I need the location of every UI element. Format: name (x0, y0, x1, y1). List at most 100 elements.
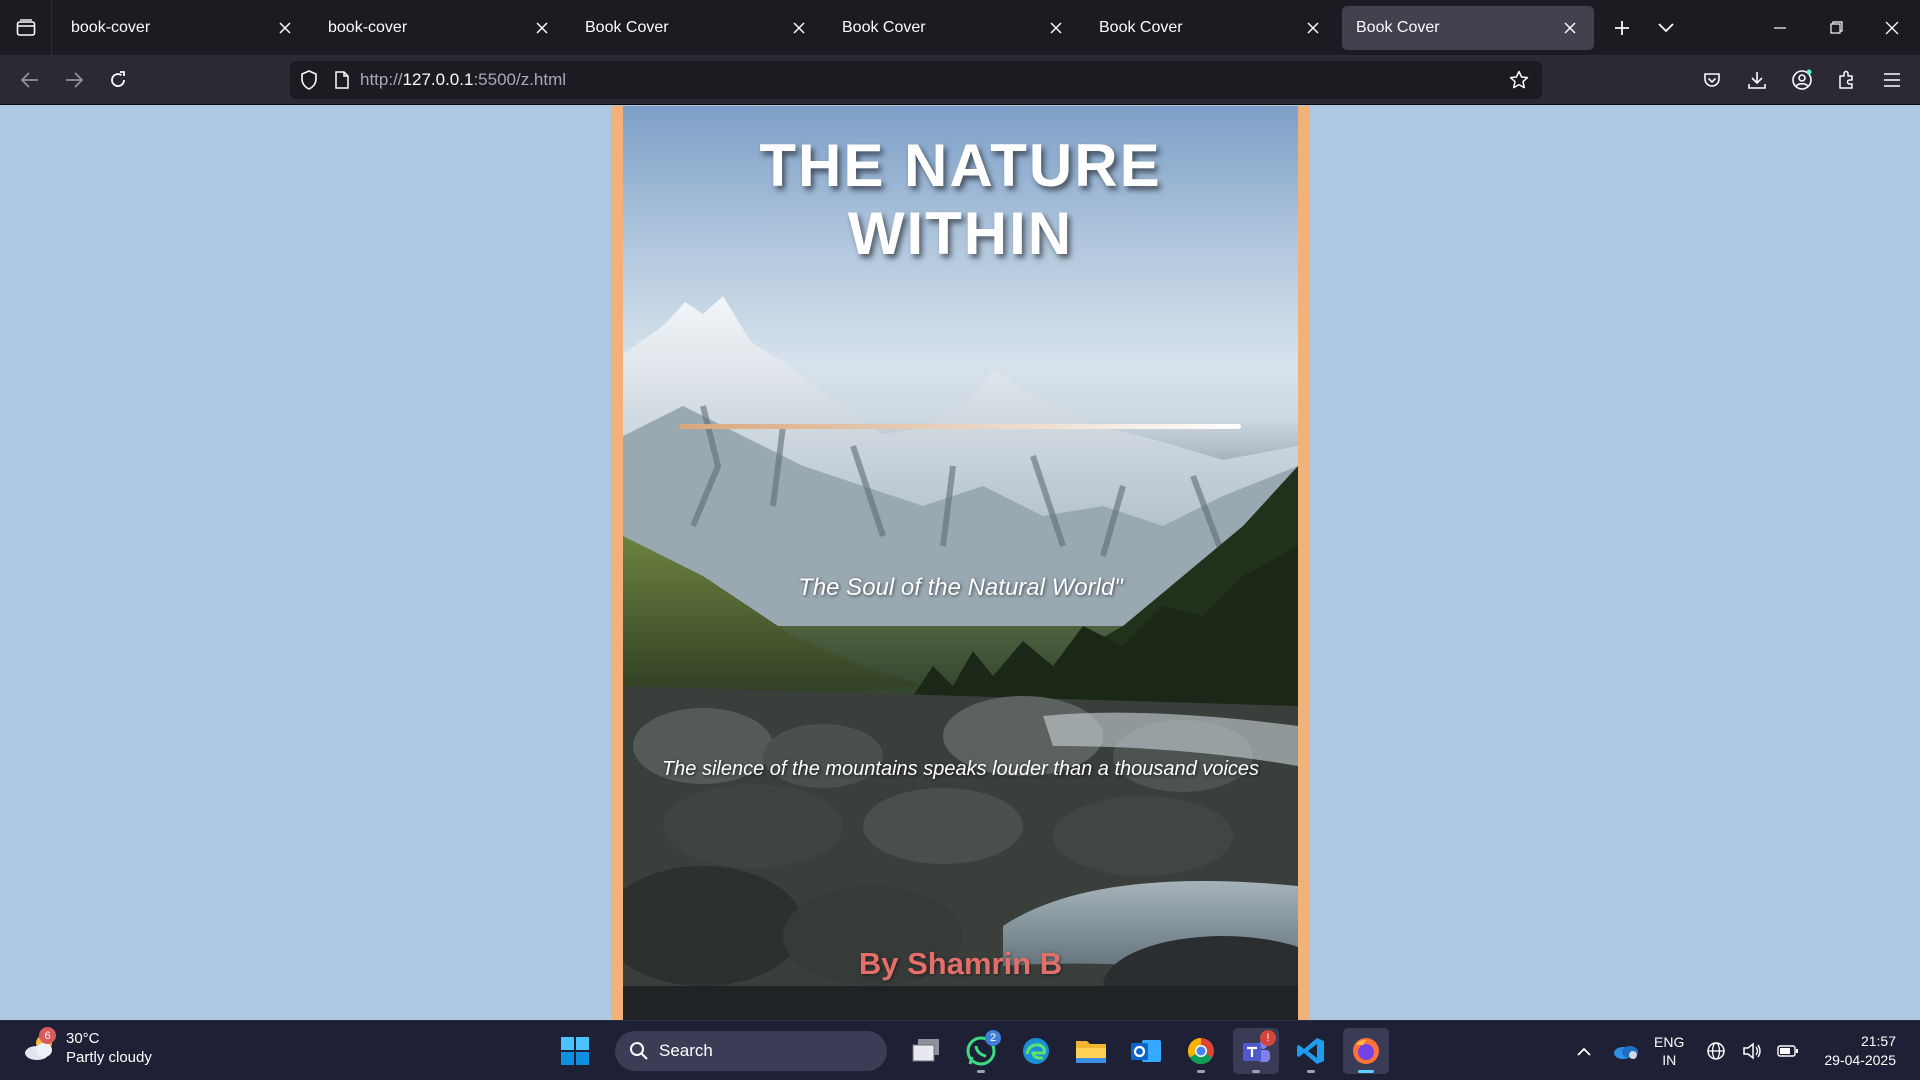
tab-book-cover-active[interactable]: Book Cover (1342, 5, 1594, 50)
book-subtitle: The Soul of the Natural World" (798, 574, 1123, 601)
chrome-icon (1187, 1037, 1214, 1065)
taskbar-app-outlook[interactable] (1123, 1028, 1169, 1074)
page-icon (335, 71, 349, 89)
book-cover: THE NATURE WITHIN The Soul of the Natura… (623, 106, 1298, 1020)
tab-close-button[interactable] (275, 18, 295, 38)
close-window-button[interactable] (1864, 0, 1920, 55)
tab-strip: book-cover book-cover Book Cover Book Co… (0, 0, 1920, 55)
partly-cloudy-icon: 6 (22, 1027, 60, 1067)
tab-book-cover-2[interactable]: book-cover (314, 6, 566, 50)
new-tab-button[interactable] (1600, 6, 1644, 50)
close-icon (279, 21, 291, 34)
outlook-icon (1131, 1040, 1161, 1062)
language-indicator[interactable]: ENG IN (1654, 1033, 1684, 1069)
network-button[interactable] (1698, 1031, 1734, 1071)
url-text: http://127.0.0.1:5500/z.html (360, 70, 566, 90)
book-quote: The silence of the mountains speaks loud… (661, 758, 1260, 780)
reload-icon (111, 70, 125, 87)
pocket-icon (1703, 72, 1720, 87)
taskbar-search[interactable]: Search (615, 1031, 887, 1071)
taskbar-app-whatsapp[interactable]: 2 (958, 1028, 1004, 1074)
app-menu-button[interactable] (1869, 60, 1914, 100)
tab-label: Book Cover (1099, 18, 1183, 36)
tab-book-cover-3[interactable]: Book Cover (571, 6, 823, 50)
close-icon (1307, 21, 1319, 34)
back-button[interactable] (8, 60, 52, 100)
list-all-tabs-button[interactable] (1644, 6, 1688, 50)
title-divider (679, 424, 1241, 429)
volume-button[interactable] (1734, 1031, 1770, 1071)
taskbar-app-vscode[interactable] (1288, 1028, 1334, 1074)
windows-logo-icon (561, 1037, 589, 1065)
start-button[interactable] (552, 1028, 598, 1074)
extensions-button[interactable] (1824, 60, 1869, 100)
account-button[interactable] (1779, 60, 1824, 100)
tab-close-button[interactable] (789, 18, 809, 38)
taskbar-app-firefox[interactable] (1343, 1028, 1389, 1074)
task-view-icon (912, 1039, 939, 1062)
tab-book-cover-1[interactable]: book-cover (57, 6, 309, 50)
taskbar-app-chrome[interactable] (1178, 1028, 1224, 1074)
tab-book-cover-4[interactable]: Book Cover (828, 6, 1080, 50)
url-scheme: http:// (360, 70, 403, 89)
taskbar-app-teams[interactable]: ! (1233, 1028, 1279, 1074)
onedrive-button[interactable] (1608, 1031, 1644, 1071)
menu-icon (1883, 73, 1900, 87)
language-code: ENG (1654, 1034, 1685, 1050)
close-icon (1564, 21, 1576, 34)
shield-icon (301, 70, 317, 90)
close-icon (536, 21, 548, 34)
tab-close-button[interactable] (1046, 18, 1066, 38)
account-icon (1791, 69, 1812, 90)
windows-taskbar: 6 30°C Partly cloudy Search 2 ! ENG IN 2… (0, 1020, 1920, 1080)
window-controls (1752, 0, 1920, 55)
navigation-toolbar: http://127.0.0.1:5500/z.html (0, 55, 1920, 105)
taskbar-app-edge[interactable] (1013, 1028, 1059, 1074)
downloads-button[interactable] (1734, 60, 1779, 100)
star-icon (1509, 70, 1529, 89)
forward-button[interactable] (52, 60, 96, 100)
tab-close-button[interactable] (1303, 18, 1323, 38)
tab-close-button[interactable] (1560, 18, 1580, 38)
clock-time: 21:57 (1860, 1033, 1896, 1049)
globe-icon (1707, 1042, 1726, 1060)
tab-label: Book Cover (585, 18, 669, 36)
whatsapp-badge: 2 (985, 1030, 1001, 1046)
restore-icon (1829, 21, 1843, 34)
minimize-icon (1774, 26, 1786, 29)
book-title: THE NATURE WITHIN (623, 132, 1298, 268)
tab-label: Book Cover (842, 18, 926, 36)
url-bar[interactable]: http://127.0.0.1:5500/z.html (290, 61, 1542, 99)
tab-book-cover-5[interactable]: Book Cover (1085, 6, 1337, 50)
battery-button[interactable] (1770, 1031, 1806, 1071)
forward-icon (66, 71, 83, 88)
tab-list-button[interactable] (0, 0, 52, 55)
weather-temp: 30°C (66, 1030, 100, 1047)
weather-widget[interactable]: 6 30°C Partly cloudy (22, 1027, 152, 1067)
taskbar-app-file-explorer[interactable] (1068, 1028, 1114, 1074)
bookmark-star-button[interactable] (1504, 65, 1534, 95)
back-icon (21, 71, 38, 88)
weather-badge: 6 (39, 1027, 56, 1044)
pocket-button[interactable] (1689, 60, 1734, 100)
clock[interactable]: 21:57 29-04-2025 (1824, 1032, 1896, 1070)
system-tray: ENG IN 21:57 29-04-2025 (1566, 1021, 1920, 1080)
taskbar-app-task-view[interactable] (903, 1028, 949, 1074)
taskbar-center: Search 2 ! (552, 1028, 1398, 1074)
restore-button[interactable] (1808, 0, 1864, 55)
reload-button[interactable] (96, 60, 140, 100)
toolbar-right (1689, 60, 1914, 100)
url-path: :5500/z.html (473, 70, 567, 89)
folder-icon (1076, 1041, 1106, 1063)
search-icon (630, 1042, 648, 1060)
minimize-button[interactable] (1752, 0, 1808, 55)
tab-close-button[interactable] (532, 18, 552, 38)
book-cover-frame: THE NATURE WITHIN The Soul of the Natura… (611, 106, 1310, 1020)
weather-condition: Partly cloudy (66, 1049, 152, 1066)
language-region: IN (1662, 1052, 1677, 1068)
show-hidden-icons-button[interactable] (1566, 1031, 1602, 1071)
tab-list-icon (16, 18, 35, 36)
book-author: By Shamrin B (858, 946, 1063, 981)
chevron-up-icon (1577, 1047, 1591, 1056)
book-title-line-1: THE NATURE (759, 132, 1162, 199)
